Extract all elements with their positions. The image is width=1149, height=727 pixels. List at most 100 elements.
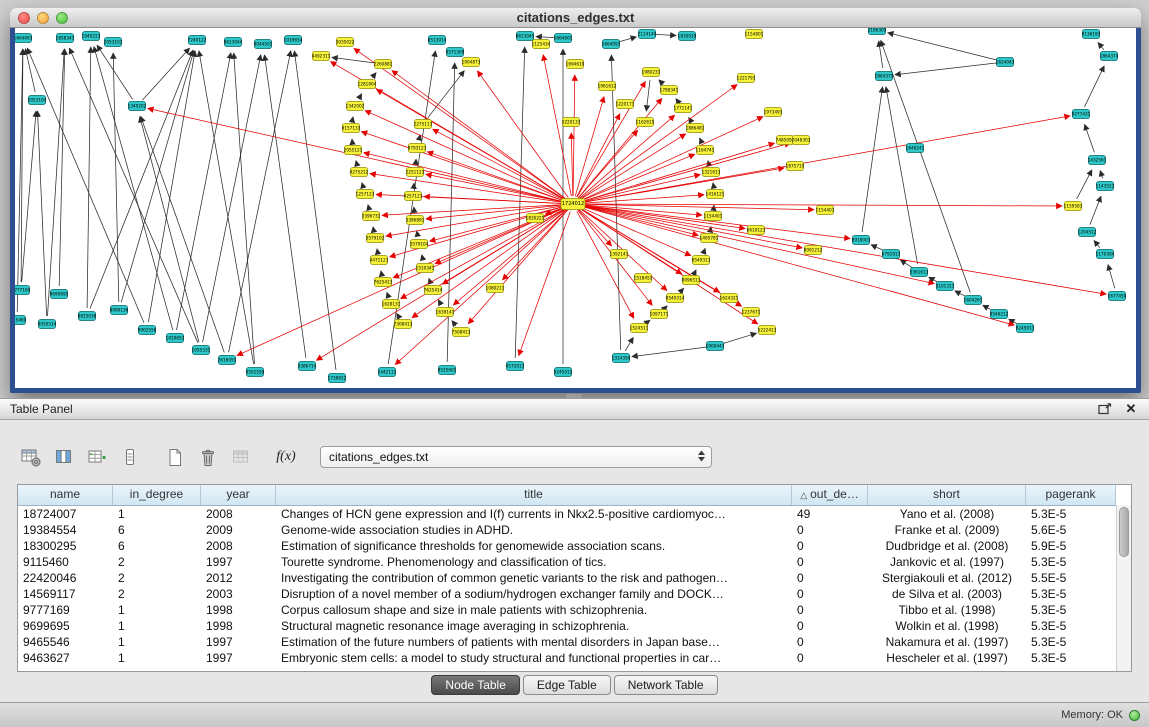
graph-node[interactable]: 4471123 (370, 256, 389, 265)
graph-node[interactable]: 8825036 (78, 312, 97, 321)
float-panel-icon[interactable] (1097, 402, 1113, 416)
graph-node[interactable]: 9277431 (1072, 110, 1091, 119)
graph-node[interactable]: 1080211 (486, 284, 505, 293)
graph-node[interactable]: 2048303 (792, 136, 811, 145)
table-row[interactable]: 946554611997Estimation of the future num… (18, 634, 1131, 650)
graph-node[interactable]: 1340202 (128, 102, 147, 111)
graph-node[interactable]: 3220133 (562, 118, 581, 127)
graph-node[interactable]: 1237671 (742, 308, 761, 317)
graph-node[interactable]: 1677450 (1108, 292, 1127, 301)
table-mode-icon[interactable] (18, 445, 44, 469)
graph-node[interactable]: 9245013 (1016, 324, 1035, 333)
graph-node[interactable]: 8549314 (666, 294, 685, 303)
graph-node[interactable]: 1204512 (1078, 228, 1097, 237)
graph-node[interactable]: 8091212 (804, 246, 823, 255)
graph-node[interactable]: 2616051 (218, 356, 237, 365)
graph-node[interactable]: 9501559 (246, 368, 265, 377)
graph-node[interactable]: 1738812 (328, 374, 347, 383)
graph-node[interactable]: 1830221 (526, 214, 545, 223)
graph-node[interactable]: 9245012 (554, 368, 573, 377)
graph-node[interactable]: 4572013 (506, 362, 525, 371)
graph-node[interactable]: 1771141 (674, 104, 693, 113)
graph-node[interactable]: 1162615 (636, 118, 655, 127)
minimize-window-button[interactable] (37, 12, 49, 24)
graph-node[interactable]: 2055121 (344, 146, 363, 155)
graph-node[interactable]: 1321613 (702, 168, 721, 177)
graph-node[interactable]: 7240122 (188, 36, 207, 45)
tab-node-table[interactable]: Node Table (431, 675, 520, 695)
graph-node[interactable]: 1664601 (554, 34, 573, 43)
column-header-short[interactable]: short (868, 485, 1026, 505)
table-row[interactable]: 1938455462009Genome-wide association stu… (18, 522, 1131, 538)
graph-node[interactable]: 3035022 (336, 38, 355, 47)
column-header-title[interactable]: title (276, 485, 792, 505)
graph-node[interactable]: 1154401 (704, 212, 723, 221)
graph-node[interactable]: 1858343 (56, 34, 75, 43)
graph-node[interactable]: 8546212 (990, 310, 1009, 319)
graph-node[interactable]: 2442112 (378, 368, 397, 377)
graph-node[interactable]: 1973493 (764, 108, 783, 117)
graph-node[interactable]: 1342002 (346, 102, 365, 111)
graph-node[interactable]: 2275113 (414, 120, 433, 129)
graph-node[interactable]: 1940223 (82, 32, 101, 41)
show-columns-icon[interactable] (51, 445, 77, 469)
graph-node[interactable]: 1432561 (1088, 156, 1107, 165)
graph-node[interactable]: 1170304 (1096, 250, 1115, 259)
table-row[interactable]: 911546021997Tourette syndrome. Phenomeno… (18, 554, 1131, 570)
graph-node[interactable]: 3579104 (410, 240, 429, 249)
column-header-in-degree[interactable]: in_degree (113, 485, 201, 505)
graph-node[interactable]: 8525601 (438, 366, 457, 375)
table-row[interactable]: 1830029562008Estimation of significance … (18, 538, 1131, 554)
graph-node[interactable]: 9050514 (38, 320, 57, 329)
graph-node[interactable]: 5222413 (758, 326, 777, 335)
graph-node[interactable]: 8613045 (516, 32, 535, 41)
graph-node[interactable]: 1524511 (630, 324, 649, 333)
graph-node[interactable]: 9777169 (15, 286, 31, 295)
graph-node[interactable]: 1664091 (602, 40, 621, 49)
create-column-icon[interactable] (84, 445, 110, 469)
graph-node[interactable]: 1961612 (598, 82, 617, 91)
column-header-pagerank[interactable]: pagerank (1026, 485, 1116, 505)
graph-node[interactable]: 9699695 (50, 290, 69, 299)
column-header-out-de-[interactable]: △out_de… (792, 485, 868, 505)
graph-node[interactable]: 1154801 (745, 30, 764, 39)
function-builder-icon[interactable]: f(x) (273, 445, 299, 469)
graph-node[interactable]: 1392141 (610, 250, 629, 259)
graph-node[interactable]: 1694610 (566, 60, 585, 69)
table-row[interactable]: 1872400712008Changes of HCN gene express… (18, 506, 1131, 522)
graph-node[interactable]: 1875710 (786, 162, 805, 171)
graph-node[interactable]: 1624321 (720, 294, 739, 303)
graph-node[interactable]: 1518451 (634, 274, 653, 283)
table-row[interactable]: 1456911722003Disruption of a novel membe… (18, 586, 1131, 602)
graph-node[interactable]: 3386891 (406, 216, 425, 225)
graph-node[interactable]: 1510341 (416, 264, 435, 273)
graph-node[interactable]: 1864375 (875, 72, 894, 81)
graph-node[interactable]: 3579102 (366, 234, 385, 243)
graph-node[interactable]: 2260881 (374, 60, 393, 69)
graph-node[interactable]: 9115460 (15, 316, 27, 325)
graph-node[interactable]: 9044501 (254, 40, 273, 49)
graph-node[interactable]: 1314350 (612, 354, 631, 363)
table-selector-dropdown[interactable]: citations_edges.txt (320, 446, 712, 468)
graph-node[interactable]: 2053103 (104, 38, 123, 47)
row-height-icon[interactable] (117, 445, 143, 469)
graph-node[interactable]: 8613044 (224, 38, 243, 47)
graph-node[interactable]: 1125434 (532, 40, 551, 49)
table-row[interactable]: 977716911998Corpus callosum shape and si… (18, 602, 1131, 618)
graph-node[interactable]: 1143523 (1096, 182, 1115, 191)
graph-node[interactable]: 1864374 (1100, 52, 1119, 61)
table-row[interactable]: 946362711997Embryonic stem cells: a mode… (18, 650, 1131, 666)
graph-node[interactable]: 1664063 (15, 34, 33, 43)
graph-node[interactable]: 8096513 (682, 276, 701, 285)
graph-node[interactable]: 3386714 (298, 362, 317, 371)
graph-node[interactable]: 1648241 (906, 144, 925, 153)
graph-node[interactable]: 3101313 (936, 282, 955, 291)
zoom-window-button[interactable] (56, 12, 68, 24)
graph-node[interactable]: 2186305 (868, 28, 887, 35)
graph-node[interactable]: 3396731 (362, 212, 381, 221)
graph-node[interactable]: 1788341 (660, 86, 679, 95)
graph-node[interactable]: 8918003 (852, 236, 871, 245)
graph-node[interactable]: 6791913 (882, 250, 901, 259)
graph-node[interactable]: 1416121 (706, 190, 725, 199)
graph-node[interactable]: 7625413 (374, 278, 393, 287)
